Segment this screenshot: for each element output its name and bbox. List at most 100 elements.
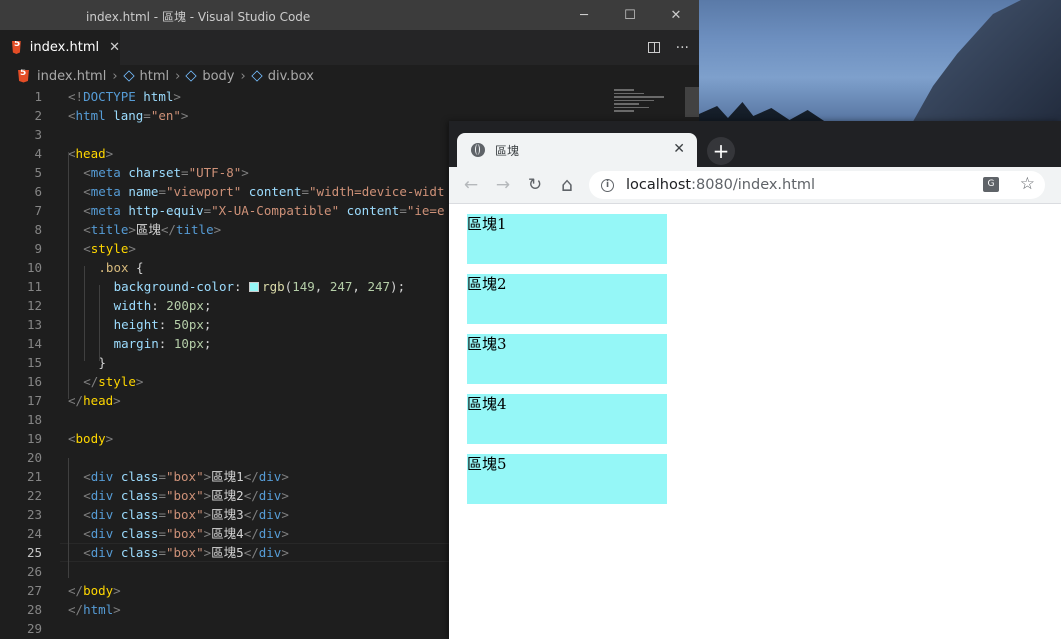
chevron-right-icon: ›: [112, 68, 118, 84]
code-text: <head>: [68, 146, 114, 161]
line-number: 9: [34, 241, 42, 256]
line-number: 18: [26, 412, 42, 427]
chevron-right-icon: ›: [175, 68, 181, 84]
window-title: index.html - 區塊 - Visual Studio Code: [86, 10, 311, 24]
tab-actions: ···: [647, 30, 689, 65]
more-actions-icon[interactable]: ···: [676, 40, 689, 56]
line-number: 4: [34, 146, 42, 161]
html5-icon: [18, 69, 29, 83]
address-bar[interactable]: i localhost:8080/index.html G ☆: [589, 171, 1045, 199]
url-host: localhost: [626, 177, 692, 193]
line-number: 3: [34, 127, 42, 142]
line-number: 1: [34, 89, 42, 104]
browser-tab-title: 區塊: [495, 143, 520, 158]
globe-icon: [471, 143, 485, 157]
tab-label: index.html: [29, 40, 100, 55]
line-number: 23: [26, 507, 42, 522]
line-number: 10: [26, 260, 42, 275]
maximize-button[interactable]: ☐: [607, 0, 653, 30]
minimize-button[interactable]: ─: [561, 0, 607, 30]
back-button[interactable]: ←: [461, 175, 481, 195]
info-icon[interactable]: i: [601, 178, 614, 192]
content-box-2: 區塊2: [467, 274, 667, 324]
desktop-wallpaper: [699, 0, 1061, 130]
element-icon: [251, 70, 263, 82]
code-text: <meta http-equiv="X-UA-Compatible" conte…: [83, 203, 445, 218]
code-text: </style>: [83, 374, 144, 389]
code-text: background-color: rgb(149, 247, 247);: [113, 279, 406, 294]
chrome-tabstrip: 區塊 ✕ +: [449, 121, 1061, 167]
browser-tab[interactable]: 區塊 ✕: [457, 133, 697, 167]
code-text: <title>區塊</title>: [83, 222, 222, 237]
code-text: <!DOCTYPE html>: [68, 89, 181, 104]
line-number: 14: [26, 336, 42, 351]
close-window-button[interactable]: ✕: [653, 0, 699, 30]
line-number: 5: [34, 165, 42, 180]
line-number: 11: [26, 279, 42, 294]
line-number: 19: [26, 431, 42, 446]
line-number: 12: [26, 298, 42, 313]
code-text: .box {: [98, 260, 144, 275]
breadcrumb-html[interactable]: html: [140, 69, 170, 84]
code-text: <html lang="en">: [68, 108, 189, 123]
line-number: 13: [26, 317, 42, 332]
content-box-5: 區塊5: [467, 454, 667, 504]
indent-guide: [99, 285, 100, 361]
line-number: 21: [26, 469, 42, 484]
code-text: <div class="box">區塊5</div>: [83, 545, 289, 560]
vscode-titlebar: index.html - 區塊 - Visual Studio Code ─ ☐…: [0, 0, 699, 30]
line-number: 27: [26, 583, 42, 598]
code-text: <meta charset="UTF-8">: [83, 165, 249, 180]
indent-guide: [68, 458, 69, 578]
color-swatch-icon[interactable]: [249, 282, 260, 292]
breadcrumb-file[interactable]: index.html: [37, 69, 106, 84]
code-text: <div class="box">區塊2</div>: [83, 488, 289, 503]
line-number: 20: [26, 450, 42, 465]
split-editor-icon[interactable]: [647, 42, 660, 53]
line-number: 7: [34, 203, 42, 218]
indent-guide: [68, 152, 69, 399]
wallpaper-cliff: [897, 0, 1061, 130]
scrollbar-thumb[interactable]: [685, 87, 699, 117]
breadcrumb-div-box[interactable]: div.box: [268, 69, 314, 84]
line-number: 15: [26, 355, 42, 370]
translate-icon[interactable]: G: [983, 177, 999, 192]
line-number: 28: [26, 602, 42, 617]
new-tab-button[interactable]: +: [707, 137, 735, 165]
code-text: </body>: [68, 583, 121, 598]
line-number: 6: [34, 184, 42, 199]
code-text: <body>: [68, 431, 114, 446]
chrome-toolbar: ← → ↻ ⌂ i localhost:8080/index.html G ☆: [449, 167, 1061, 204]
page-viewport: 區塊1 區塊2 區塊3 區塊4 區塊5: [449, 204, 1061, 639]
tab-close-icon[interactable]: ✕: [109, 40, 120, 55]
code-text: <meta name="viewport" content="width=dev…: [83, 184, 445, 199]
line-number: 17: [26, 393, 42, 408]
breadcrumb-body[interactable]: body: [202, 69, 234, 84]
code-text: width: 200px;: [113, 298, 212, 313]
home-button[interactable]: ⌂: [557, 174, 577, 196]
line-number: 26: [26, 564, 42, 579]
bookmark-star-icon[interactable]: ☆: [1020, 174, 1035, 194]
code-text: <div class="box">區塊4</div>: [83, 526, 289, 541]
close-tab-icon[interactable]: ✕: [673, 141, 685, 157]
line-number: 22: [26, 488, 42, 503]
code-line[interactable]: 1 <!DOCTYPE html>: [0, 87, 699, 106]
code-text: </head>: [68, 393, 121, 408]
url-path: :8080/index.html: [691, 177, 816, 193]
element-icon: [122, 70, 135, 82]
code-text: margin: 10px;: [113, 336, 212, 351]
line-number: 16: [26, 374, 42, 389]
indent-guide: [84, 266, 85, 361]
reload-button[interactable]: ↻: [525, 175, 545, 195]
chevron-right-icon: ›: [240, 68, 246, 84]
line-number: 29: [26, 621, 42, 636]
html5-icon: [12, 41, 21, 54]
line-number: 25: [26, 545, 42, 560]
forward-button[interactable]: →: [493, 175, 513, 195]
editor-tabbar: index.html ✕ ···: [0, 30, 699, 65]
line-number: 8: [34, 222, 42, 237]
tab-index-html[interactable]: index.html ✕: [0, 30, 120, 65]
line-number: 2: [34, 108, 42, 123]
breadcrumb: index.html › html › body › div.box: [0, 65, 699, 87]
code-text: <style>: [83, 241, 136, 256]
